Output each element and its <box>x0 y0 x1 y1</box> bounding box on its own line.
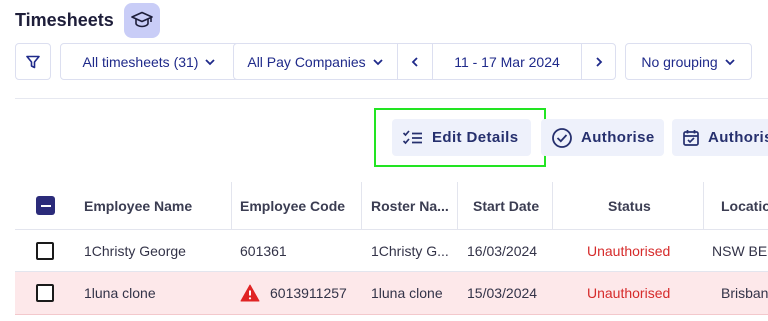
filter-icon <box>26 55 40 68</box>
column-header-location[interactable]: Locatio <box>721 182 768 229</box>
page-title: Timesheets <box>15 9 114 30</box>
next-week-button[interactable] <box>581 43 616 80</box>
chevron-down-icon <box>205 58 216 65</box>
chevron-down-icon <box>725 58 735 65</box>
column-divider <box>703 182 704 230</box>
employee-code: 6013911257 <box>270 285 347 301</box>
chevron-right-icon <box>595 56 602 67</box>
employee-code: 601361 <box>240 242 287 259</box>
roster-name: 1Christy G... <box>371 242 449 259</box>
status-text: Unauthorised <box>587 285 671 301</box>
warning-cell <box>240 272 264 314</box>
row-select-cell <box>36 230 66 271</box>
table-header: Employee Name Employee Code Roster Na...… <box>15 182 768 230</box>
column-header-status[interactable]: Status <box>608 182 678 229</box>
roster-name: 1luna clone <box>371 285 443 301</box>
location: Brisban <box>721 285 768 301</box>
employee-name: 1Christy George <box>84 242 186 259</box>
chevron-down-icon <box>373 58 383 65</box>
date-range-label: 11 - 17 Mar 2024 <box>454 53 560 70</box>
authorise-period-label: Authoris <box>708 129 768 146</box>
start-date: 15/03/2024 <box>467 285 538 301</box>
focus-highlight <box>374 108 546 167</box>
column-divider <box>361 182 362 230</box>
row-checkbox[interactable] <box>36 241 54 260</box>
warning-icon[interactable] <box>240 284 260 302</box>
column-header-employee-code[interactable]: Employee Code <box>240 182 360 229</box>
start-date: 16/03/2024 <box>467 242 538 259</box>
previous-week-button[interactable] <box>397 43 433 80</box>
learning-button[interactable] <box>123 2 160 38</box>
calendar-check-icon <box>683 129 699 146</box>
pay-companies-dropdown[interactable]: All Pay Companies <box>233 43 398 80</box>
chevron-left-icon <box>411 56 418 67</box>
location: NSW BEI <box>712 242 768 259</box>
grouping-dropdown[interactable]: No grouping <box>625 43 752 80</box>
select-all-cell <box>36 182 66 229</box>
divider <box>15 98 768 99</box>
row-select-cell <box>36 272 66 314</box>
column-divider <box>231 182 232 230</box>
column-divider <box>457 182 458 230</box>
authorise-period-button[interactable]: Authoris <box>672 119 768 156</box>
table-row[interactable]: 1luna clone 6013911257 1luna clone 15/03… <box>15 272 768 315</box>
column-divider <box>552 182 553 230</box>
date-range-picker[interactable]: 11 - 17 Mar 2024 <box>432 43 582 80</box>
select-all-checkbox[interactable] <box>36 196 55 215</box>
timesheets-dropdown[interactable]: All timesheets (31) <box>60 43 239 80</box>
table-row[interactable]: 1Christy George 601361 1Christy G... 16/… <box>15 230 768 272</box>
row-checkbox[interactable] <box>36 284 54 302</box>
pay-companies-label: All Pay Companies <box>247 53 366 70</box>
authorise-button[interactable]: Authorise <box>541 119 664 156</box>
timesheets-dropdown-label: All timesheets (31) <box>82 53 199 70</box>
graduation-cap-icon <box>130 11 153 28</box>
filter-button[interactable] <box>15 43 51 80</box>
column-header-roster-name[interactable]: Roster Na... <box>371 182 461 229</box>
authorise-label: Authorise <box>581 129 655 146</box>
grouping-label: No grouping <box>641 53 718 70</box>
page-header: Timesheets <box>15 2 160 38</box>
check-circle-icon <box>552 127 572 148</box>
status-text: Unauthorised <box>587 242 671 259</box>
employee-name: 1luna clone <box>84 285 156 301</box>
column-header-employee-name[interactable]: Employee Name <box>84 182 224 229</box>
column-header-start-date[interactable]: Start Date <box>473 182 563 229</box>
